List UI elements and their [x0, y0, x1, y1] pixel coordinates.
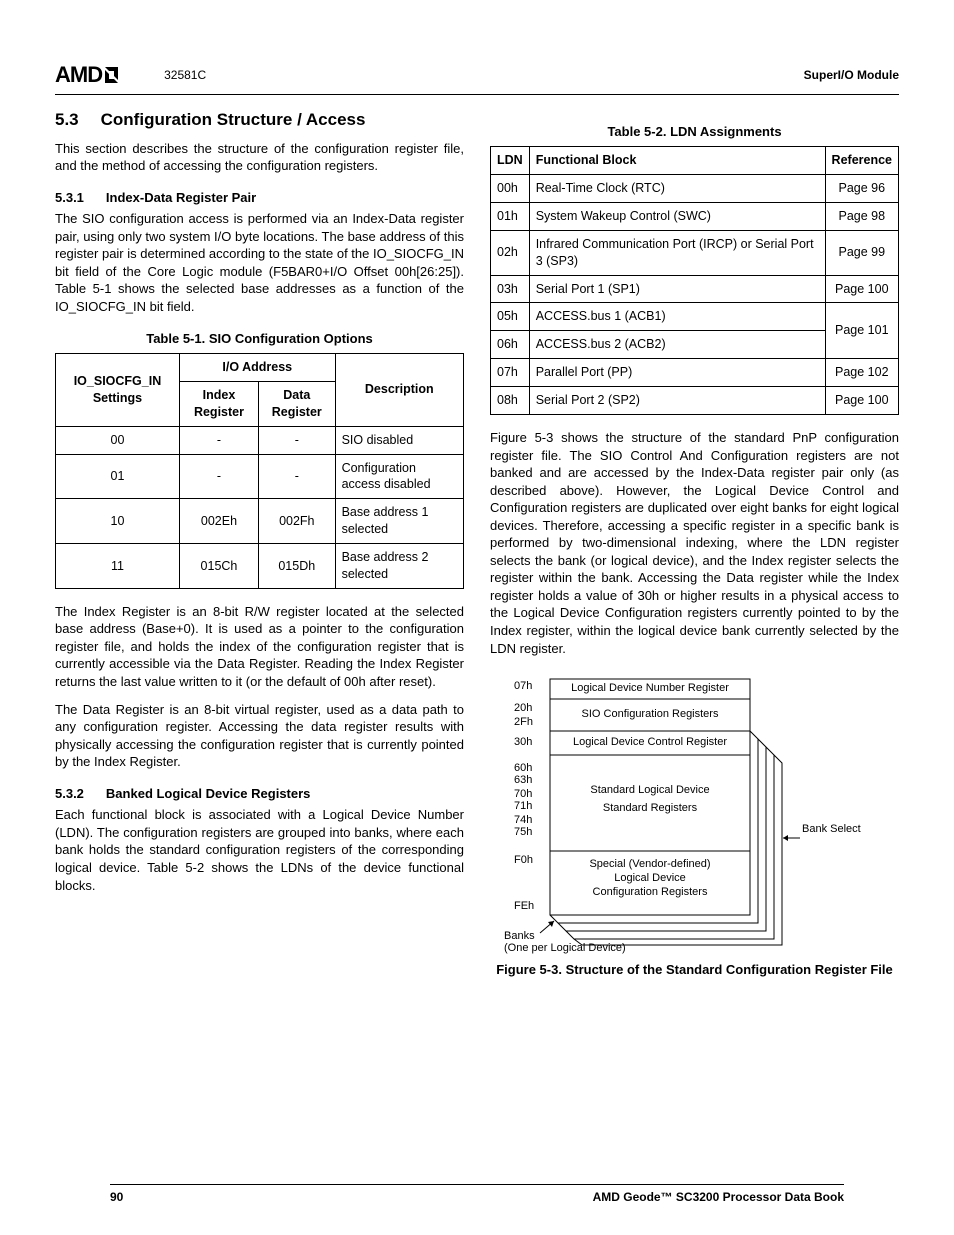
table-row: 08hSerial Port 2 (SP2)Page 100: [491, 387, 899, 415]
table-row: 05hACCESS.bus 1 (ACB1)Page 101: [491, 303, 899, 331]
addr-07h: 07h: [514, 679, 532, 694]
table-row: 00--SIO disabled: [56, 426, 464, 454]
table-sio-config: IO_SIOCFG_IN Settings I/O Address Descri…: [55, 353, 464, 589]
fig-row-ldc: Logical Device Control Register: [550, 735, 750, 750]
addr-F0h: F0h: [514, 853, 533, 868]
addr-71h: 71h: [514, 799, 532, 814]
fig-row-spec-a: Special (Vendor-defined): [550, 857, 750, 872]
right-p1: Figure 5-3 shows the structure of the st…: [490, 429, 899, 657]
table-row: 03hSerial Port 1 (SP1)Page 100: [491, 275, 899, 303]
fig-row-spec-b: Logical Device: [550, 871, 750, 886]
book-title: AMD Geode™ SC3200 Processor Data Book: [593, 1189, 844, 1205]
addr-75h: 75h: [514, 825, 532, 840]
doc-number: 32581C: [164, 67, 206, 83]
fig-row-spec-c: Configuration Registers: [550, 885, 750, 900]
page-footer: 90 AMD Geode™ SC3200 Processor Data Book: [110, 1184, 844, 1205]
fig-row-sio: SIO Configuration Registers: [550, 707, 750, 722]
fig-row-std-b: Standard Registers: [550, 801, 750, 816]
sub1-p3: The Data Register is an 8-bit virtual re…: [55, 701, 464, 771]
subsection-1-heading: 5.3.1Index-Data Register Pair: [55, 189, 464, 207]
table-row: 01hSystem Wakeup Control (SWC)Page 98: [491, 202, 899, 230]
right-column: Table 5-2. LDN Assignments LDN Functiona…: [490, 109, 899, 979]
table2-caption: Table 5-2. LDN Assignments: [490, 123, 899, 141]
table-row: 11015Ch015DhBase address 2 selected: [56, 544, 464, 589]
table-ldn-assignments: LDN Functional Block Reference 00hReal-T…: [490, 146, 899, 415]
section-intro: This section describes the structure of …: [55, 140, 464, 175]
table-row: 01--Configuration access disabled: [56, 454, 464, 499]
header-rule: [55, 94, 899, 95]
page-number: 90: [110, 1189, 123, 1205]
left-column: 5.3Configuration Structure / Access This…: [55, 109, 464, 979]
addr-FEh: FEh: [514, 899, 534, 914]
table1-caption: Table 5-1. SIO Configuration Options: [55, 330, 464, 348]
figure-caption: Figure 5-3. Structure of the Standard Co…: [490, 961, 899, 979]
banks-sublabel: (One per Logical Device): [504, 941, 626, 956]
bank-select-label: Bank Select: [802, 823, 861, 836]
table-row: 07hParallel Port (PP)Page 102: [491, 359, 899, 387]
page-header: AMD 32581C SuperI/O Module: [55, 60, 899, 90]
fig-row-std-a: Standard Logical Device: [550, 783, 750, 798]
table-row: 00hReal-Time Clock (RTC)Page 96: [491, 175, 899, 203]
figure-5-3: 07h 20h 2Fh 30h 60h 63h 70h 71h 74h 75h …: [490, 673, 899, 953]
sub1-p2: The Index Register is an 8-bit R/W regis…: [55, 603, 464, 691]
addr-20h: 20h: [514, 701, 532, 716]
table-row: 02hInfrared Communication Port (IRCP) or…: [491, 230, 899, 275]
addr-63h: 63h: [514, 773, 532, 788]
table-row: 10002Eh002FhBase address 1 selected: [56, 499, 464, 544]
subsection-2-heading: 5.3.2Banked Logical Device Registers: [55, 785, 464, 803]
doc-module: SuperI/O Module: [804, 67, 899, 83]
addr-30h: 30h: [514, 735, 532, 750]
addr-2Fh: 2Fh: [514, 715, 533, 730]
section-heading: 5.3Configuration Structure / Access: [55, 109, 464, 132]
amd-logo: AMD: [55, 60, 124, 90]
sub1-p1: The SIO configuration access is performe…: [55, 210, 464, 315]
sub2-p1: Each functional block is associated with…: [55, 806, 464, 894]
amd-arrow-icon: [104, 66, 124, 84]
fig-row-ldn: Logical Device Number Register: [550, 681, 750, 696]
